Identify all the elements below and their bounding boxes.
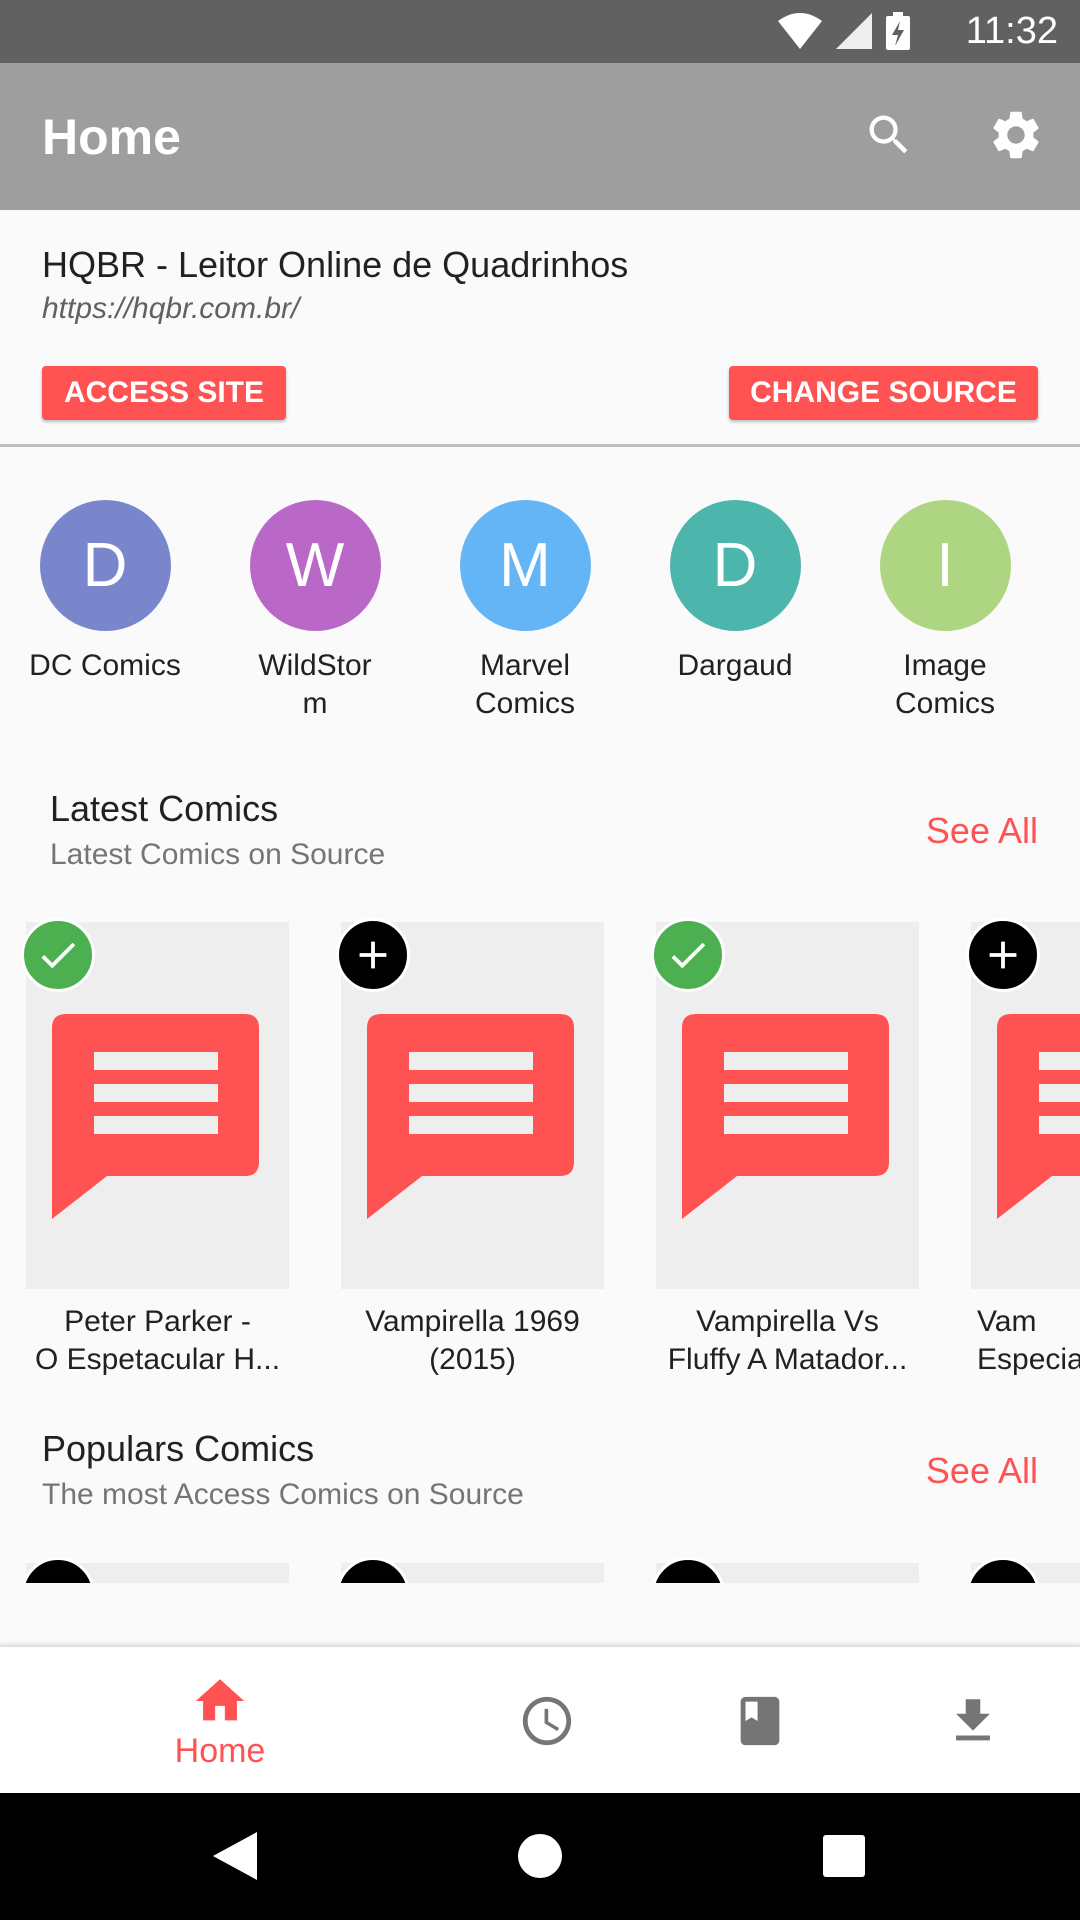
- popular-section-subtitle: The most Access Comics on Source: [42, 1478, 524, 1511]
- access-site-button[interactable]: ACCESS SITE: [42, 366, 286, 420]
- page-title: Home: [42, 109, 181, 165]
- latest-section-subtitle: Latest Comics on Source: [50, 838, 386, 871]
- comic-title-line1: Vampirella Vs: [696, 1305, 879, 1338]
- back-button[interactable]: [200, 1821, 270, 1891]
- square-icon: [823, 1835, 865, 1877]
- add-to-library-button[interactable]: [966, 918, 1040, 992]
- publisher-avatar: I: [879, 500, 1011, 631]
- home-icon: [195, 1678, 245, 1720]
- source-url: https://hqbr.com.br/: [42, 292, 300, 325]
- circle-icon: [518, 1834, 562, 1878]
- source-name: HQBR - Leitor Online de Quadrinhos: [42, 244, 629, 285]
- status-bar: 11:32: [0, 0, 1080, 63]
- publisher-name: Marvel Comics: [474, 649, 575, 720]
- nav-history[interactable]: [457, 1647, 637, 1795]
- comic-title-line2: (2015): [429, 1343, 516, 1376]
- settings-button[interactable]: [984, 103, 1048, 167]
- latest-see-all-link[interactable]: See All: [926, 810, 1038, 852]
- publisher-name: DC Comics: [29, 649, 181, 682]
- comic-title-line1: Vam: [977, 1305, 1037, 1338]
- change-source-button[interactable]: CHANGE SOURCE: [729, 366, 1038, 420]
- check-icon: [671, 942, 706, 969]
- comic-placeholder-icon: [997, 1014, 1080, 1219]
- comic-placeholder-icon: [52, 1014, 259, 1219]
- history-icon: [522, 1696, 572, 1746]
- source-card: HQBR - Leitor Online de Quadrinhos https…: [0, 210, 1080, 447]
- publisher-item[interactable]: D DC Comics: [25, 500, 185, 685]
- popular-see-all-link[interactable]: See All: [926, 1450, 1038, 1492]
- added-badge[interactable]: [651, 918, 725, 992]
- publisher-name: Image Comics: [894, 649, 995, 720]
- comic-title-line2: Especia: [977, 1343, 1080, 1376]
- comic-title-line1: Vampirella 1969: [365, 1305, 580, 1338]
- publisher-item[interactable]: I Image Comics: [865, 500, 1025, 723]
- comic-placeholder-icon: [682, 1014, 889, 1219]
- publisher-name: WildStor m: [258, 649, 372, 720]
- add-to-library-button[interactable]: [21, 1557, 95, 1583]
- home-system-button[interactable]: [505, 1821, 575, 1891]
- system-navigation-bar: [0, 1793, 1080, 1920]
- latest-section-title: Latest Comics: [50, 788, 279, 829]
- add-to-library-button[interactable]: [336, 1557, 410, 1583]
- search-icon: [869, 115, 908, 154]
- comic-title-line1: Peter Parker -: [64, 1305, 251, 1338]
- nav-library[interactable]: [670, 1647, 850, 1795]
- publisher-name: Dargaud: [677, 649, 793, 682]
- publisher-item[interactable]: M Marvel Comics: [445, 500, 605, 723]
- clock: 11:32: [965, 10, 1058, 52]
- wifi-icon: [778, 13, 822, 49]
- popular-comics-row: [0, 1550, 1080, 1583]
- comic-title-line2: O Espetacular H...: [34, 1343, 281, 1376]
- bottom-navigation: Home: [0, 1645, 1080, 1793]
- publisher-avatar: W: [249, 500, 381, 631]
- add-to-library-button[interactable]: [966, 1557, 1040, 1583]
- plus-icon: [989, 941, 1017, 969]
- added-badge[interactable]: [21, 918, 95, 992]
- publisher-avatar: M: [459, 500, 591, 631]
- add-to-library-button[interactable]: [336, 918, 410, 992]
- publisher-item[interactable]: W WildStor m: [235, 500, 395, 723]
- status-icons: [778, 12, 910, 50]
- comic-placeholder-icon: [367, 1014, 574, 1219]
- download-icon: [956, 1699, 990, 1741]
- library-icon: [740, 1696, 780, 1746]
- settings-icon: [993, 111, 1039, 159]
- publisher-avatar: D: [669, 500, 801, 631]
- recents-button[interactable]: [809, 1821, 879, 1891]
- popular-section-title: Populars Comics: [42, 1428, 315, 1469]
- publisher-avatar: D: [39, 500, 171, 631]
- signal-icon: [836, 13, 872, 49]
- app-bar: Home: [0, 63, 1080, 210]
- comic-title-line2: Fluffy A Matador...: [667, 1343, 908, 1376]
- battery-charging-icon: [886, 12, 910, 50]
- add-to-library-button[interactable]: [651, 1557, 725, 1583]
- back-icon: [213, 1832, 257, 1880]
- nav-home-label: Home: [174, 1731, 266, 1770]
- nav-home[interactable]: Home: [130, 1647, 310, 1795]
- comic-card[interactable]: Vam Especia: [971, 922, 1080, 1379]
- publisher-item[interactable]: D Dargaud: [655, 500, 815, 685]
- check-icon: [41, 942, 76, 969]
- search-button[interactable]: [857, 103, 921, 167]
- nav-downloads[interactable]: [883, 1647, 1063, 1795]
- plus-icon: [359, 941, 387, 969]
